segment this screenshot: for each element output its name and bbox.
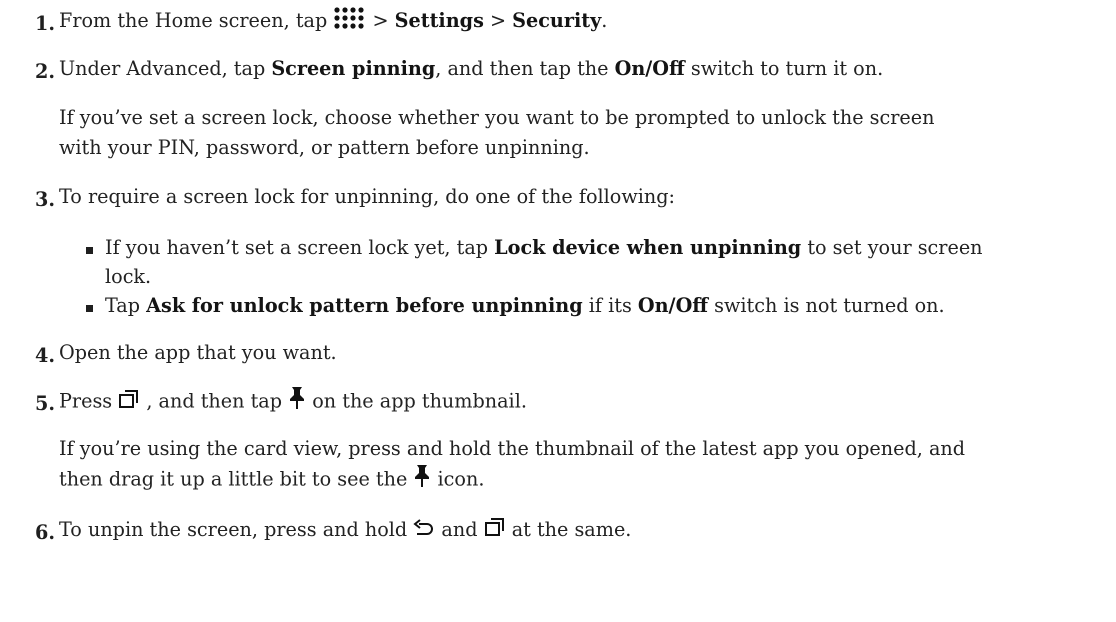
step-number: 4. <box>35 344 56 367</box>
step-text: Open the app that you want. <box>59 341 337 364</box>
step-text: Press , and then tap on the app thumbnai… <box>59 386 527 419</box>
recent-apps-icon <box>118 388 140 418</box>
step-number: 3. <box>35 188 56 211</box>
step-number: 1. <box>35 12 56 35</box>
step-note-line: then drag it up a little bit to see the … <box>59 464 484 497</box>
bullet-marker <box>86 247 93 254</box>
step-number: 5. <box>35 392 56 415</box>
step-number: 6. <box>35 521 56 544</box>
step-note-line: If you’re using the card view, press and… <box>59 437 966 460</box>
step-text: From the Home screen, tap > Settings > S… <box>59 6 607 38</box>
step-note-line: If you’ve set a screen lock, choose whet… <box>59 106 935 129</box>
recent-apps-icon <box>484 516 506 546</box>
bullet-text: If you haven’t set a screen lock yet, ta… <box>105 236 983 259</box>
apps-grid-icon <box>333 6 366 38</box>
pin-icon <box>413 464 431 497</box>
pin-icon <box>288 386 306 419</box>
back-icon <box>413 516 435 546</box>
bullet-text: Tap Ask for unlock pattern before unpinn… <box>105 294 945 317</box>
step-text: To require a screen lock for unpinning, … <box>59 185 675 208</box>
step-text: To unpin the screen, press and hold and … <box>59 515 631 546</box>
step-text: Under Advanced, tap Screen pinning, and … <box>59 57 884 80</box>
bullet-text-continued: lock. <box>105 265 152 288</box>
step-number: 2. <box>35 60 56 83</box>
step-note-line: with your PIN, password, or pattern befo… <box>59 136 590 159</box>
bullet-marker <box>86 305 93 312</box>
